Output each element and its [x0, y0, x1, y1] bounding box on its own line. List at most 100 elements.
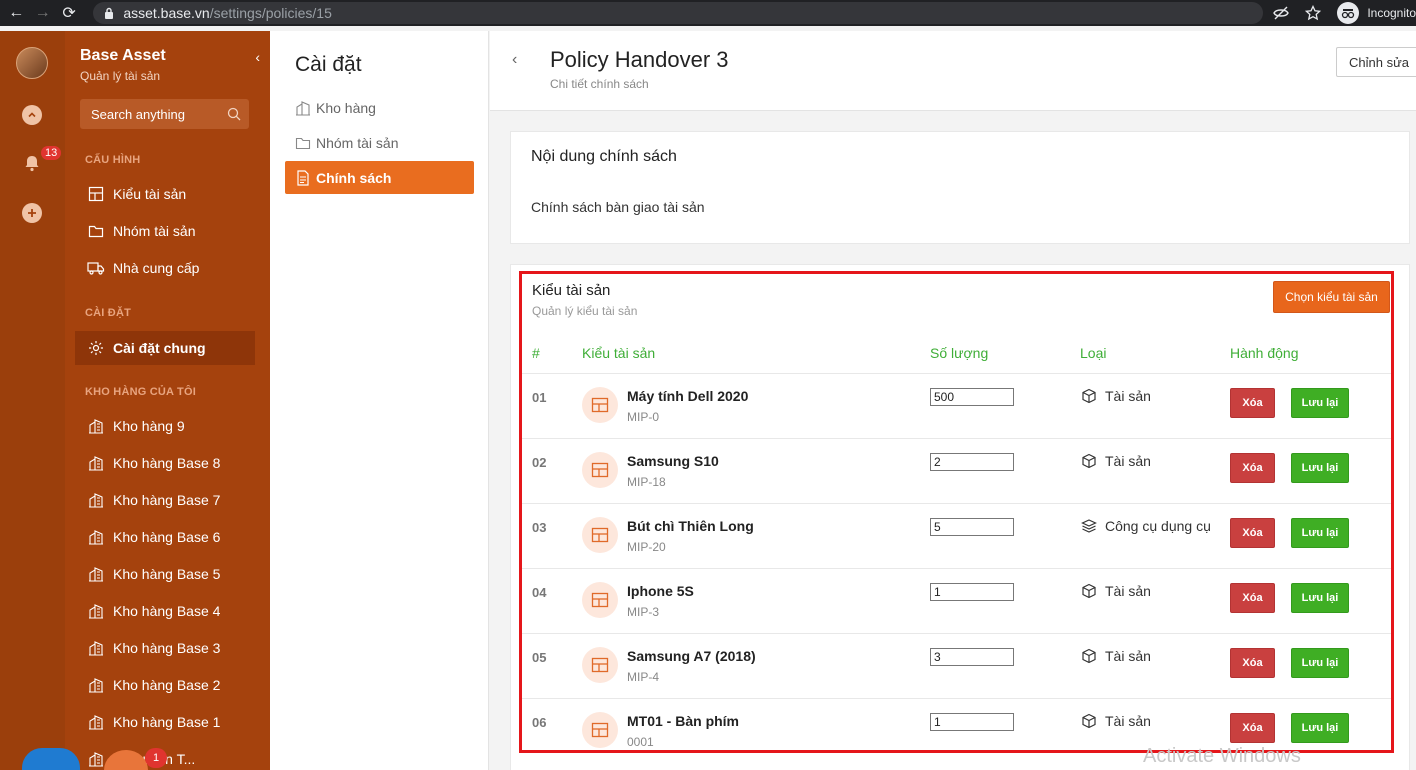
sidebar-item-warehouse[interactable]: Kho hàng Base 2	[75, 668, 255, 702]
category-label: Công cụ dụng cụ	[1105, 518, 1211, 534]
asset-category: Tài sản	[1080, 387, 1151, 405]
settings-menu: Cài đặt Kho hàng Nhóm tài sản Chính sách	[270, 31, 489, 770]
bell-icon[interactable]	[22, 153, 42, 173]
sidebar-item-label: Kho hàng Base 6	[113, 529, 221, 545]
sidebar-item-label: Kho hàng Base 4	[113, 603, 221, 619]
layout-icon	[87, 185, 105, 203]
quantity-input[interactable]	[930, 713, 1014, 731]
asset-name: Bút chì Thiên Long	[627, 518, 754, 534]
asset-category: Công cụ dụng cụ	[1080, 517, 1211, 535]
sidebar-item-warehouse[interactable]: Kho hàng 9	[75, 409, 255, 443]
asset-type-icon	[582, 582, 618, 618]
search-input[interactable]: Search anything	[80, 99, 249, 129]
asset-name: Iphone 5S	[627, 583, 694, 599]
lock-icon	[105, 7, 114, 19]
building-icon	[87, 565, 105, 583]
save-button[interactable]: Lưu lại	[1291, 648, 1349, 678]
delete-button[interactable]: Xóa	[1230, 713, 1275, 743]
sidebar-item-warehouse[interactable]: Kho hàng Base 4	[75, 594, 255, 628]
quantity-input[interactable]	[930, 583, 1014, 601]
section-config: CẤU HÌNH	[85, 154, 141, 166]
section-my-warehouses: KHO HÀNG CỦA TÔI	[85, 386, 196, 398]
delete-button[interactable]: Xóa	[1230, 518, 1275, 548]
choose-asset-type-button[interactable]: Chọn kiểu tài sản	[1273, 281, 1390, 313]
search-placeholder: Search anything	[91, 106, 185, 122]
gear-icon	[87, 339, 105, 357]
edit-button[interactable]: Chỉnh sửa	[1336, 47, 1416, 77]
table-row: 03 Bút chì Thiên Long MIP-20 Công cụ dụng c…	[521, 503, 1391, 568]
sidebar-item-warehouse[interactable]: Kho hàng Base 5	[75, 557, 255, 591]
card-heading: Kiểu tài sản	[532, 282, 611, 299]
quantity-input[interactable]	[930, 453, 1014, 471]
plus-icon[interactable]	[22, 203, 42, 223]
sidebar-item-label: Kho hàng Base 2	[113, 677, 221, 693]
asset-category: Tài sản	[1080, 582, 1151, 600]
sidebar-item-asset-groups[interactable]: Nhóm tài sản	[75, 214, 255, 248]
row-index: 04	[532, 585, 547, 600]
url-path: /settings/policies/15	[209, 5, 332, 21]
table-row: 04 Iphone 5S MIP-3 Tài sản Xóa Lưu lại	[521, 568, 1391, 633]
notification-badge: 13	[41, 146, 62, 160]
chevron-up-icon[interactable]	[22, 105, 42, 125]
sidebar-item-warehouse[interactable]: Kho hàng Base 6	[75, 520, 255, 554]
sidebar: Base Asset Quản lý tài sản ‹ Search anyt…	[65, 31, 270, 770]
save-button[interactable]: Lưu lại	[1291, 713, 1349, 743]
address-bar[interactable]: asset.base.vn/settings/policies/15	[93, 2, 1264, 24]
save-button[interactable]: Lưu lại	[1291, 583, 1349, 613]
sidebar-item-label: Cài đặt chung	[113, 340, 206, 356]
table-row: 01 Máy tính Dell 2020 MIP-0 Tài sản Xóa Lưu l…	[521, 373, 1391, 438]
row-index: 06	[532, 715, 547, 730]
reload-icon[interactable]: ⟳	[59, 1, 79, 25]
incognito-label: Incognito	[1367, 6, 1416, 20]
delete-button[interactable]: Xóa	[1230, 453, 1275, 483]
sidebar-item-suppliers[interactable]: Nhà cung cấp	[75, 251, 255, 285]
category-label: Tài sản	[1105, 648, 1151, 664]
save-button[interactable]: Lưu lại	[1291, 453, 1349, 483]
settings-item-asset-groups[interactable]: Nhóm tài sản	[285, 126, 474, 159]
quantity-input[interactable]	[930, 648, 1014, 666]
row-index: 01	[532, 390, 547, 405]
settings-item-policies[interactable]: Chính sách	[285, 161, 474, 194]
back-arrow-icon[interactable]: ←	[6, 1, 26, 25]
settings-item-label: Chính sách	[316, 169, 392, 186]
card-subtitle: Quản lý kiểu tài sản	[532, 304, 638, 318]
collapse-sidebar-icon[interactable]: ‹	[255, 49, 260, 65]
incognito-indicator[interactable]: Incognito	[1337, 2, 1416, 24]
sidebar-item-warehouse[interactable]: Kho hàng Base 3	[75, 631, 255, 665]
quantity-input[interactable]	[930, 388, 1014, 406]
asset-code: 0001	[627, 735, 654, 749]
building-icon	[87, 602, 105, 620]
forward-arrow-icon[interactable]: →	[32, 1, 52, 25]
column-header: Loại	[1080, 345, 1107, 361]
settings-item-label: Nhóm tài sản	[316, 134, 399, 151]
settings-item-warehouse[interactable]: Kho hàng	[285, 91, 474, 124]
save-button[interactable]: Lưu lại	[1291, 388, 1349, 418]
quantity-input[interactable]	[930, 518, 1014, 536]
sidebar-item-label: Kho hàng Base 5	[113, 566, 221, 582]
sidebar-item-warehouse[interactable]: Kho hàng Base 7	[75, 483, 255, 517]
asset-types-card: Kiểu tài sản Quản lý kiểu tài sản Chọn k…	[510, 264, 1410, 770]
eye-off-icon[interactable]	[1273, 5, 1290, 21]
box-icon	[1080, 582, 1098, 600]
building-icon	[87, 528, 105, 546]
delete-button[interactable]: Xóa	[1230, 648, 1275, 678]
search-icon	[227, 107, 241, 121]
chat-widget[interactable]	[22, 748, 80, 770]
delete-button[interactable]: Xóa	[1230, 388, 1275, 418]
sidebar-item-label: Kho hàng Base 8	[113, 455, 221, 471]
building-icon	[87, 750, 105, 768]
back-chevron-icon[interactable]: ‹	[512, 51, 517, 69]
sidebar-item-warehouse[interactable]: Kho hàng Base 8	[75, 446, 255, 480]
column-header: Kiểu tài sản	[582, 345, 656, 361]
sidebar-item-warehouse[interactable]: Kho hàng Base 1	[75, 705, 255, 739]
star-icon[interactable]	[1305, 5, 1322, 21]
section-settings: CÀI ĐẶT	[85, 307, 132, 319]
sidebar-item-label: Kho hàng Base 1	[113, 714, 221, 730]
asset-name: MT01 - Bàn phím	[627, 713, 740, 729]
sidebar-item-general-settings[interactable]: Cài đặt chung	[75, 331, 255, 365]
sidebar-item-asset-types[interactable]: Kiểu tài sản	[75, 177, 255, 211]
save-button[interactable]: Lưu lại	[1291, 518, 1349, 548]
app-title: Base Asset	[80, 47, 166, 64]
delete-button[interactable]: Xóa	[1230, 583, 1275, 613]
user-avatar[interactable]	[16, 47, 48, 79]
